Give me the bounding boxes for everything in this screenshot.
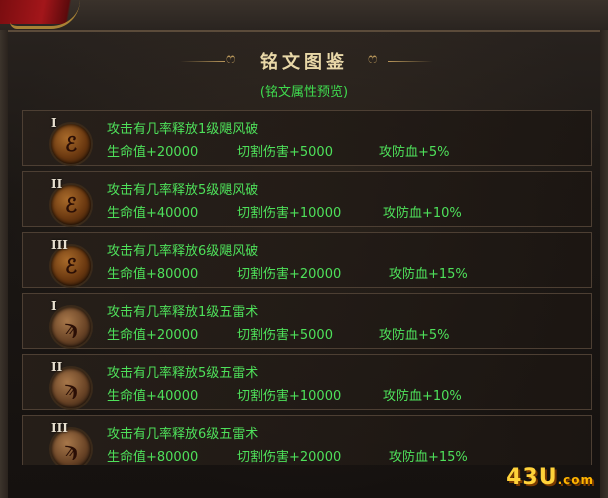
watermark-suffix: .com	[557, 473, 594, 487]
stat-hp: 生命值+40000	[107, 206, 199, 221]
panel-subtitle: (铭文属性预览)	[259, 85, 349, 100]
skill-text: 攻击有几率释放5级五雷术	[107, 366, 259, 381]
rank-numeral: III	[51, 238, 68, 252]
inscription-row: ϡ I 攻击有几率释放1级五雷术 生命值+20000 切割伤害+5000 攻防血…	[22, 293, 592, 349]
stat-atk-def-hp: 攻防血+15%	[389, 267, 468, 282]
skill-text: 攻击有几率释放1级飓风破	[107, 122, 259, 137]
inscription-panel: ෆ 铭文图鉴 ෆ (铭文属性预览) ℰ I 攻击有几率释放1级飓风破 生命值+2…	[0, 0, 608, 498]
skill-text: 攻击有几率释放6级五雷术	[107, 427, 259, 442]
inscription-list[interactable]: ℰ I 攻击有几率释放1级飓风破 生命值+20000 切割伤害+5000 攻防血…	[22, 110, 592, 465]
inscription-row: ℰ III 攻击有几率释放6级飓风破 生命值+80000 切割伤害+20000 …	[22, 232, 592, 288]
stat-atk-def-hp: 攻防血+5%	[379, 328, 450, 343]
title-row: ෆ 铭文图鉴 ෆ	[0, 46, 608, 76]
inscription-row: ϡ II 攻击有几率释放5级五雷术 生命值+40000 切割伤害+10000 攻…	[22, 354, 592, 410]
stat-atk-def-hp: 攻防血+15%	[389, 450, 468, 465]
site-watermark: 43U.com	[506, 465, 594, 490]
stat-hp: 生命值+80000	[107, 267, 199, 282]
stat-cut-damage: 切割伤害+10000	[237, 206, 342, 221]
stat-atk-def-hp: 攻防血+10%	[383, 206, 462, 221]
rank-numeral: I	[51, 116, 57, 130]
top-frame	[0, 0, 608, 32]
ornament-right-icon: ෆ	[368, 51, 378, 67]
stat-hp: 生命值+80000	[107, 450, 199, 465]
rank-numeral: II	[51, 360, 63, 374]
rank-numeral: III	[51, 421, 68, 435]
hurricane-rune-icon: ℰ	[51, 185, 91, 225]
stat-cut-damage: 切割伤害+20000	[237, 450, 342, 465]
inscription-row: ϡ III 攻击有几率释放6级五雷术 生命值+80000 切割伤害+20000 …	[22, 415, 592, 465]
hurricane-rune-icon: ℰ	[51, 246, 91, 286]
skill-text: 攻击有几率释放1级五雷术	[107, 305, 259, 320]
thunder-rune-icon: ϡ	[51, 368, 91, 408]
stat-hp: 生命值+40000	[107, 389, 199, 404]
title-divider-right	[388, 61, 433, 62]
stat-hp: 生命值+20000	[107, 145, 199, 160]
stat-hp: 生命值+20000	[107, 328, 199, 343]
skill-text: 攻击有几率释放5级飓风破	[107, 183, 259, 198]
rank-numeral: II	[51, 177, 63, 191]
stat-cut-damage: 切割伤害+10000	[237, 389, 342, 404]
right-frame	[600, 30, 608, 498]
curtain-gold-trim	[10, 0, 80, 29]
watermark-main: 43U	[506, 465, 558, 490]
inscription-row: ℰ I 攻击有几率释放1级飓风破 生命值+20000 切割伤害+5000 攻防血…	[22, 110, 592, 166]
skill-text: 攻击有几率释放6级飓风破	[107, 244, 259, 259]
panel-title: 铭文图鉴	[260, 52, 348, 73]
left-frame	[0, 30, 8, 498]
stat-cut-damage: 切割伤害+20000	[237, 267, 342, 282]
stat-atk-def-hp: 攻防血+10%	[383, 389, 462, 404]
inscription-row: ℰ II 攻击有几率释放5级飓风破 生命值+40000 切割伤害+10000 攻…	[22, 171, 592, 227]
thunder-rune-icon: ϡ	[51, 307, 91, 347]
stat-cut-damage: 切割伤害+5000	[237, 328, 333, 343]
hurricane-rune-icon: ℰ	[51, 124, 91, 164]
stat-atk-def-hp: 攻防血+5%	[379, 145, 450, 160]
stat-cut-damage: 切割伤害+5000	[237, 145, 333, 160]
rank-numeral: I	[51, 299, 57, 313]
